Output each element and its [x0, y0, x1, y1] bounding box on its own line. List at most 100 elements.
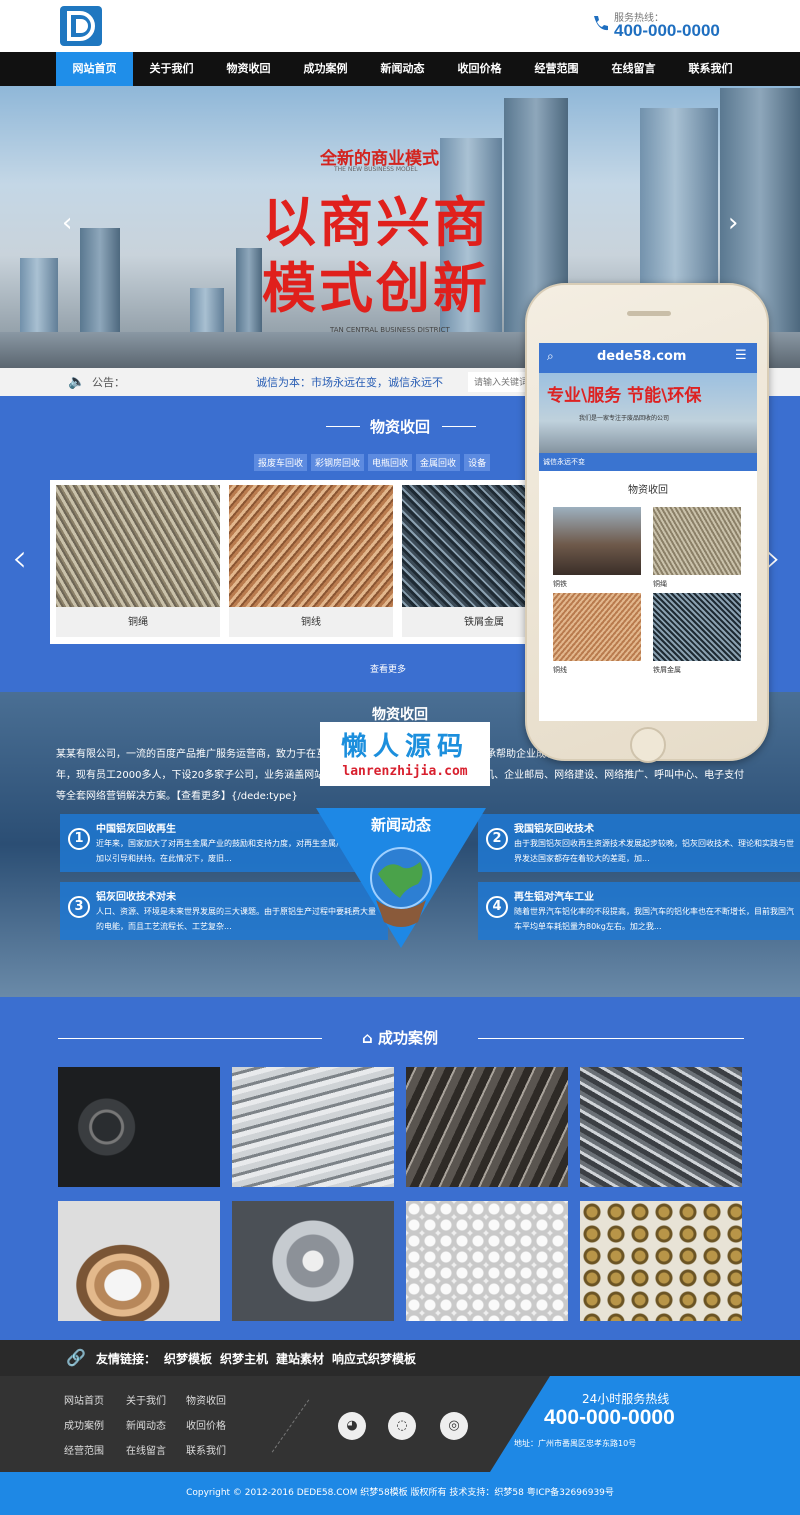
product-image [56, 485, 220, 607]
tag[interactable]: 彩钢房回收 [311, 454, 365, 471]
phone-home-button [630, 727, 666, 763]
mobile-product-image[interactable] [653, 507, 741, 575]
main-nav: 网站首页 关于我们 物资收回 成功案例 新闻动态 收回价格 经营范围 在线留言 … [0, 52, 800, 86]
case-image[interactable] [580, 1201, 742, 1321]
news-title: 我国铝灰回收技术 [514, 824, 594, 835]
case-image[interactable] [232, 1067, 394, 1187]
product-label: 铜绳 [128, 617, 148, 628]
footer-hotline-number: 400-000-0000 [544, 1406, 675, 1429]
wechat-icon[interactable]: ◌ [388, 1412, 416, 1440]
nav-item-news[interactable]: 新闻动态 [364, 52, 441, 86]
friend-link[interactable]: 织梦模板 [164, 1352, 212, 1366]
news-number: 4 [486, 896, 508, 918]
footer-link[interactable]: 在线留言 [126, 1442, 166, 1457]
friend-link[interactable]: 建站素材 [276, 1352, 324, 1366]
nav-item-message[interactable]: 在线留言 [595, 52, 672, 86]
divider [478, 1038, 744, 1039]
mobile-product-label: 铜铁 [553, 580, 567, 588]
watermark: 懒人源码 lanrenzhijia.com [320, 722, 490, 786]
phone-screen: ⌕ dede58.com ☰ 专业\服务 节能\环保 我们是一家专注于废品回收的… [539, 343, 757, 721]
news-title: 再生铝对汽车工业 [514, 892, 594, 903]
news-item[interactable]: 2 我国铝灰回收技术 由于我国铝灰回收再生资源技术发展起步较晚，铝灰回收技术、理… [478, 814, 800, 872]
nav-item-prices[interactable]: 收回价格 [441, 52, 518, 86]
banner-caption: TAN CENTRAL BUSINESS DISTRICT [330, 326, 450, 334]
phone-icon [594, 16, 608, 31]
banner-next-icon[interactable]: › [728, 208, 738, 238]
case-image[interactable] [58, 1067, 220, 1187]
product-card[interactable]: 铜绳 [56, 485, 220, 637]
tag[interactable]: 金属回收 [416, 454, 461, 471]
product-label: 铜线 [301, 617, 321, 628]
links-label: 友情链接： [96, 1352, 157, 1366]
products-prev-icon[interactable]: ‹ [12, 536, 27, 580]
weibo-icon[interactable]: ◎ [440, 1412, 468, 1440]
news-number: 3 [68, 896, 90, 918]
news-item[interactable]: 4 再生铝对汽车工业 随着世界汽车铝化率的不段提高，我国汽车的铝化率也在不断增长… [478, 882, 800, 940]
mobile-menu-icon[interactable]: ☰ [735, 348, 747, 363]
case-image[interactable] [406, 1067, 568, 1187]
mobile-product-label: 铁屑金属 [653, 666, 681, 674]
banner-headline: 模式创新 [262, 257, 490, 320]
links-list: 织梦模板 织梦主机 建站素材 响应式织梦模板 [164, 1350, 424, 1367]
divider [271, 1399, 310, 1453]
news-title: 铝灰回收技术对未 [96, 892, 176, 903]
footer-link[interactable]: 网站首页 [64, 1392, 104, 1407]
product-image [229, 485, 393, 607]
news-body: 随着世界汽车铝化率的不段提高，我国汽车的铝化率也在不断增长，目前我国汽车平均单车… [514, 907, 794, 931]
cases-title-text: 成功案例 [377, 1029, 438, 1047]
tag[interactable]: 报废车回收 [254, 454, 308, 471]
footer-link[interactable]: 收回价格 [186, 1417, 226, 1432]
banner-prev-icon[interactable]: ‹ [62, 208, 72, 238]
mobile-product-image[interactable] [653, 593, 741, 661]
footer-link[interactable]: 物资收回 [186, 1392, 226, 1407]
qq-icon[interactable]: ◕ [338, 1412, 366, 1440]
footer-hotline-label: 24小时服务热线 [582, 1392, 670, 1406]
case-image[interactable] [406, 1201, 568, 1321]
nav-item-contact[interactable]: 联系我们 [672, 52, 749, 86]
watermark-url: lanrenzhijia.com [342, 764, 468, 779]
news-title: 中国铝灰回收再生 [96, 824, 176, 835]
case-image[interactable] [580, 1067, 742, 1187]
nav-item-home[interactable]: 网站首页 [56, 52, 133, 86]
news-number: 1 [68, 828, 90, 850]
notice-text[interactable]: 诚信为本：市场永远在变，诚信永远不 [256, 374, 443, 390]
product-tags: 报废车回收 彩钢房回收 电瓶回收 金属回收 设备 [254, 454, 494, 471]
footer-link[interactable]: 经营范围 [64, 1442, 104, 1457]
divider [442, 426, 476, 427]
tag[interactable]: 电瓶回收 [368, 454, 413, 471]
product-card[interactable]: 铜线 [229, 485, 393, 637]
footer-hotline: 24小时服务热线 400-000-0000 地址：广州市番禺区忠孝东路10号 [490, 1376, 800, 1472]
mobile-notice: 诚信永远不变 [539, 453, 757, 471]
news-number: 2 [486, 828, 508, 850]
footer-link[interactable]: 联系我们 [186, 1442, 226, 1457]
case-image[interactable] [232, 1201, 394, 1321]
nav-item-about[interactable]: 关于我们 [133, 52, 210, 86]
tag[interactable]: 设备 [464, 454, 491, 471]
news-body: 由于我国铝灰回收再生资源技术发展起步较晚，铝灰回收技术、理论和实践与世界发达国家… [514, 839, 794, 863]
friend-link[interactable]: 响应式织梦模板 [332, 1352, 416, 1366]
banner-subtitle-en: THE NEW BUSINESS MODEL [334, 166, 418, 173]
nav-item-cases[interactable]: 成功案例 [287, 52, 364, 86]
phone-speaker [627, 311, 671, 316]
link-icon: 🔗 [66, 1348, 86, 1367]
footer-link[interactable]: 成功案例 [64, 1417, 104, 1432]
footer-address: 地址：广州市番禺区忠孝东路10号 [514, 1439, 637, 1448]
footer-link[interactable]: 新闻动态 [126, 1417, 166, 1432]
site-logo[interactable] [60, 6, 102, 46]
mobile-search-icon[interactable]: ⌕ [547, 349, 554, 364]
mobile-product-image[interactable] [553, 593, 641, 661]
nav-item-scope[interactable]: 经营范围 [518, 52, 595, 86]
case-image[interactable] [58, 1201, 220, 1321]
more-link[interactable]: 查看更多 [370, 662, 406, 675]
footer-link[interactable]: 关于我们 [126, 1392, 166, 1407]
speaker-icon: 🔈 [68, 374, 86, 390]
news-center: 新闻动态 [316, 808, 486, 948]
mobile-product-image[interactable] [553, 507, 641, 575]
hotline-number: 400-000-0000 [614, 21, 720, 40]
friend-link[interactable]: 织梦主机 [220, 1352, 268, 1366]
copyright: Copyright © 2012-2016 DEDE58.COM 织梦58模板 … [0, 1472, 800, 1515]
cases-section: ⌂ 成功案例 [0, 997, 800, 1340]
notice-label: 公告： [92, 376, 125, 389]
home-icon: ⌂ [362, 1029, 378, 1047]
nav-item-recycle[interactable]: 物资收回 [210, 52, 287, 86]
